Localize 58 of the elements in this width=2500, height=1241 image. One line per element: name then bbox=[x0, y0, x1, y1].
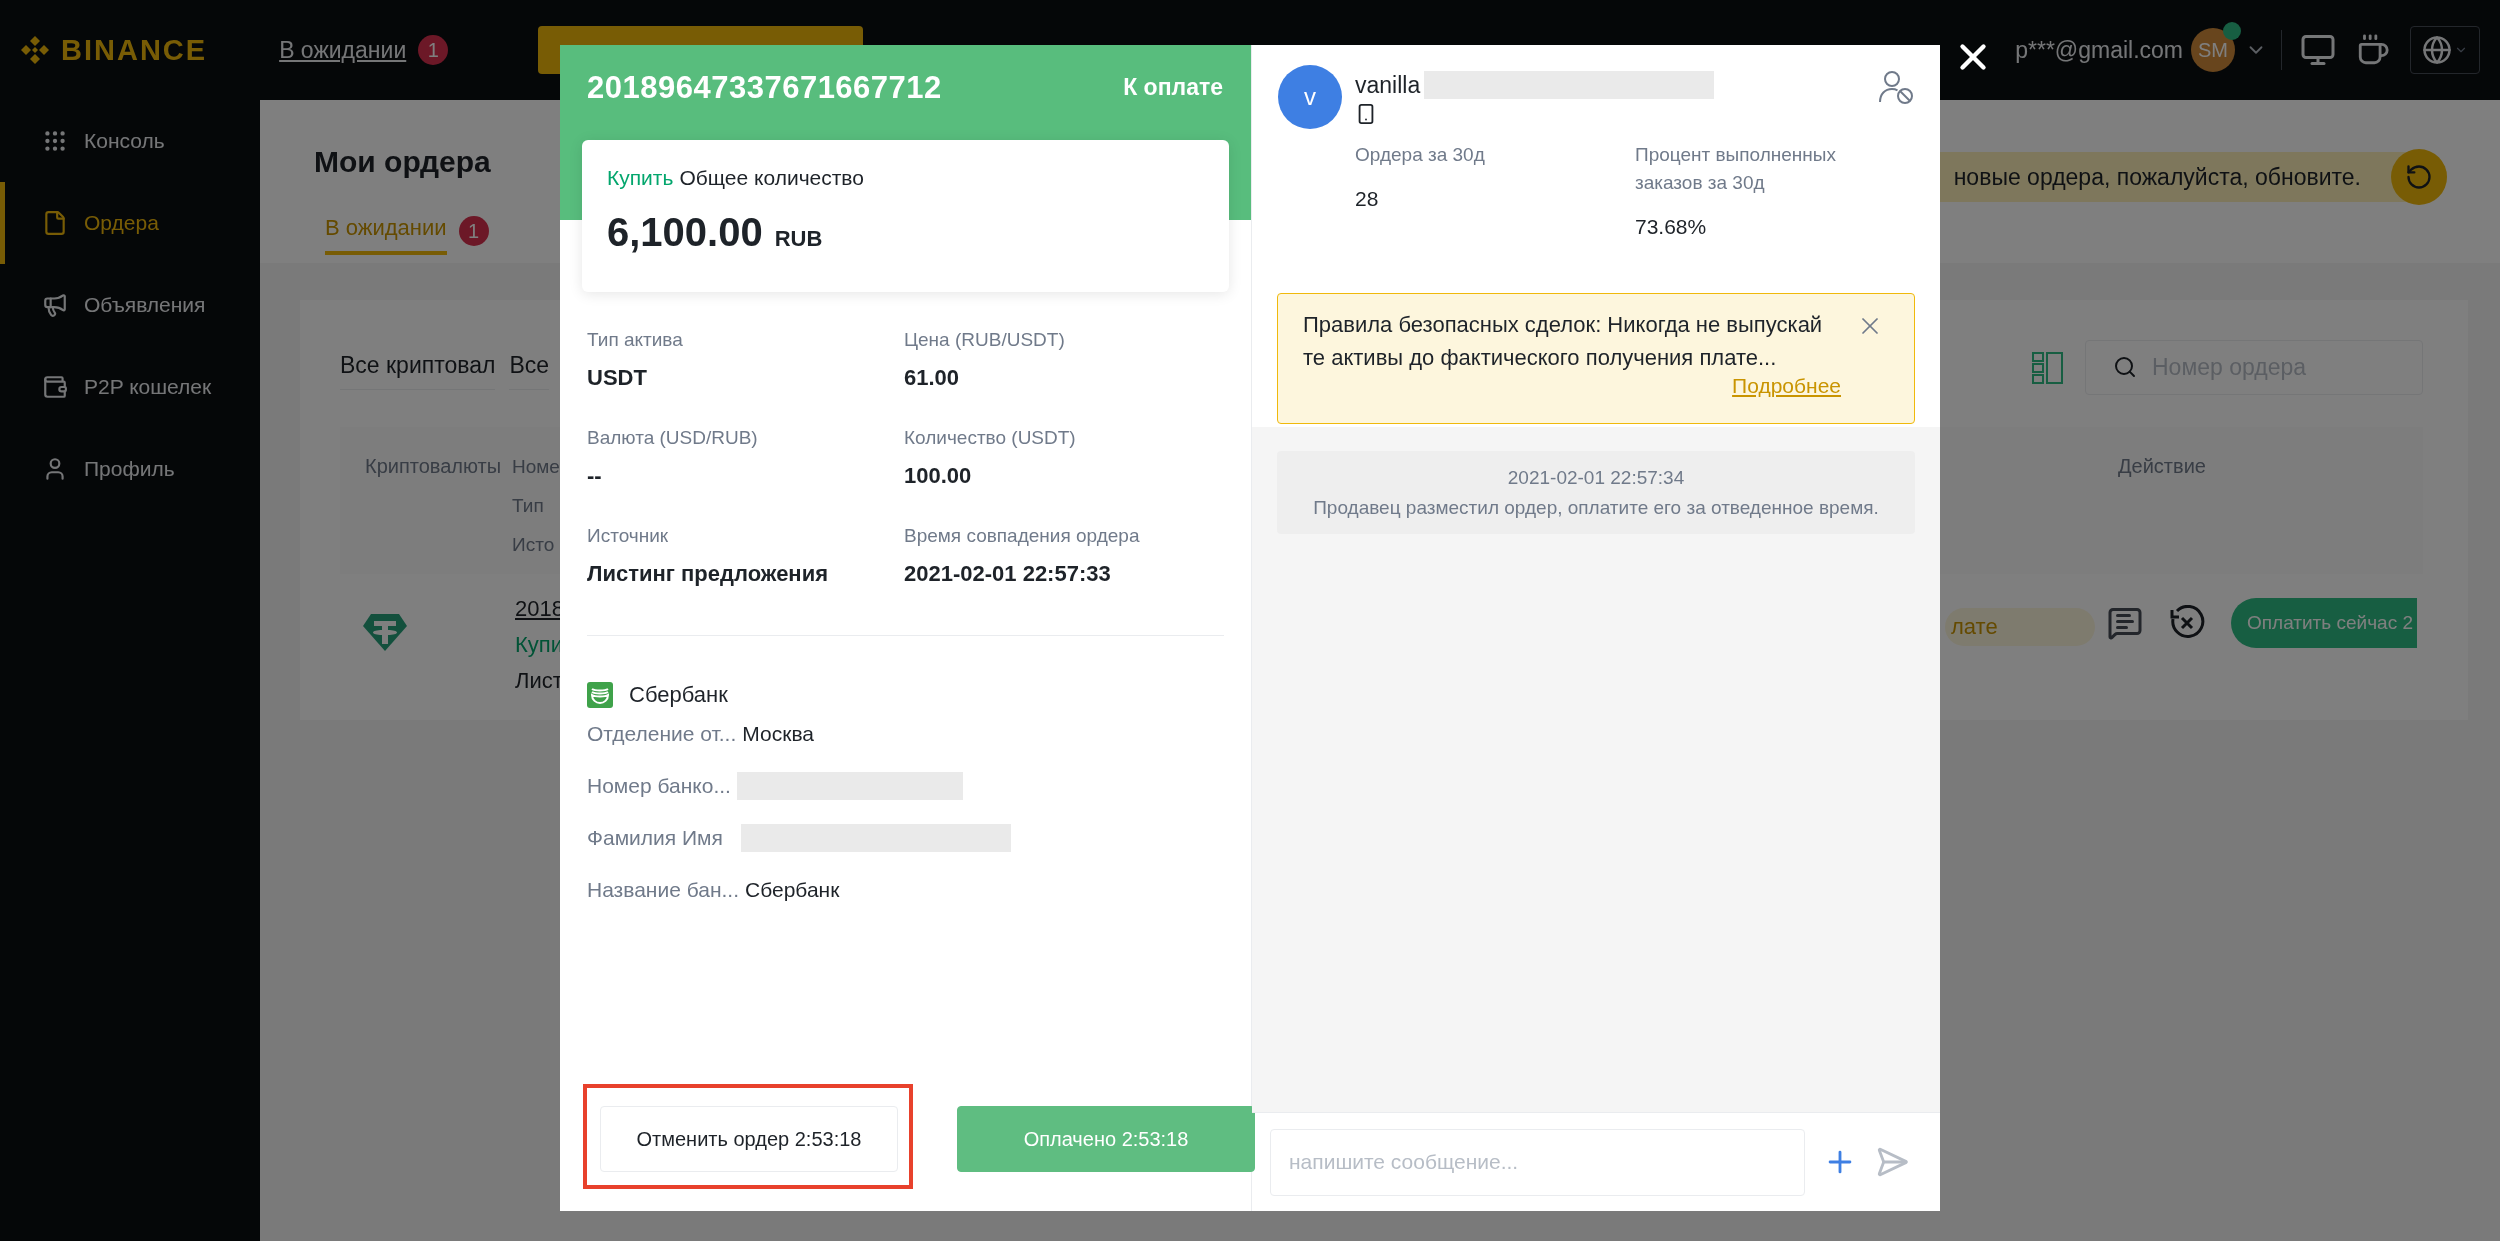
detail-label: Количество (USDT) bbox=[904, 427, 1077, 449]
status-badge: лате bbox=[1945, 608, 2095, 646]
message-time: 2021-02-01 22:57:34 bbox=[1507, 466, 1685, 489]
tab-count-badge: 1 bbox=[458, 216, 489, 246]
detail-value: 100.00 bbox=[904, 463, 973, 489]
detail-label: Источник bbox=[587, 525, 670, 547]
pending-count-badge: 1 bbox=[418, 35, 449, 65]
filter-dropdown[interactable]: Все bbox=[509, 345, 550, 390]
payment-label: Название бан... bbox=[587, 878, 739, 902]
payment-label: Номер банко... bbox=[587, 774, 731, 798]
logo-text: BINANCE bbox=[61, 33, 208, 67]
total-amount: 6,100.00 bbox=[607, 210, 763, 255]
detail-label: Цена (RUB/USDT) bbox=[904, 329, 1066, 351]
detail-value: USDT bbox=[587, 365, 648, 391]
more-link[interactable]: Подробнее bbox=[1732, 374, 1841, 398]
message-field[interactable]: напишите сообщение... bbox=[1270, 1128, 1805, 1196]
detail-label: Валюта (USD/RUB) bbox=[587, 427, 759, 449]
payment-label: Фамилия Имя bbox=[587, 826, 723, 850]
paid-button[interactable]: Оплачено 2:53:18 bbox=[957, 1106, 1255, 1172]
notice-text: Правила безопасных сделок: Никогда не выпускайте активы до фактического получения плате... bbox=[1303, 311, 1823, 372]
sidebar-item[interactable]: Объявления bbox=[0, 264, 260, 346]
trade-side: Купить bbox=[607, 166, 674, 190]
stat-value: 73.68% bbox=[1635, 215, 1708, 239]
payment-value: Москва bbox=[742, 722, 814, 746]
column-header: Номе bbox=[512, 455, 560, 479]
payment-label: Отделение от... bbox=[587, 722, 737, 746]
column-header: Действие bbox=[2117, 454, 2206, 479]
amount-label: Общее количество bbox=[679, 166, 864, 190]
column-header: Криптовалюты bbox=[364, 454, 502, 479]
detail-value: -- bbox=[587, 463, 603, 489]
sidebar-item[interactable]: Консоль bbox=[0, 100, 260, 182]
bank-name: Сбербанк bbox=[629, 682, 728, 708]
detail-value: Листинг предложения bbox=[587, 561, 829, 587]
page-title: Мои ордера bbox=[314, 145, 491, 179]
detail-label: Время совпадения ордера bbox=[904, 525, 1141, 547]
column-header: Тип bbox=[512, 494, 544, 518]
detail-label: Тип актива bbox=[587, 329, 684, 351]
sidebar-item[interactable]: P2P кошелек bbox=[0, 346, 260, 428]
stat-label: Ордера за 30д bbox=[1355, 143, 1486, 167]
order-status: К оплате bbox=[1123, 74, 1223, 101]
sidebar-item[interactable]: Профиль bbox=[0, 428, 260, 510]
payment-value: Сбербанк bbox=[745, 878, 840, 902]
stat-value: 28 bbox=[1355, 187, 1380, 211]
detail-value: 61.00 bbox=[904, 365, 961, 391]
detail-value: 2021-02-01 22:57:33 bbox=[904, 561, 1112, 587]
user-name: vanilla bbox=[1355, 71, 1421, 99]
message-text: Продавец разместил ордер, оплатите его за отведенное время. bbox=[1313, 496, 1879, 519]
order-number: 20189647337671667712 bbox=[587, 70, 942, 106]
filter-dropdown[interactable]: Все криптовал bbox=[340, 345, 496, 390]
currency: RUB bbox=[774, 226, 823, 252]
cancel-order-button[interactable]: Отменить ордер 2:53:18 bbox=[600, 1106, 898, 1172]
order-source: Лист bbox=[515, 668, 564, 694]
stat-label: Процент выполненных заказов за 30д bbox=[1635, 143, 1837, 195]
banner-text: новые ордера, пожалуйста, обновите. bbox=[1953, 163, 2361, 191]
pending-orders-link[interactable]: В ожидании bbox=[279, 36, 407, 64]
account-email[interactable]: p***@gmail.com bbox=[2015, 36, 2183, 64]
user-avatar: v bbox=[1278, 65, 1342, 129]
column-header: Исто bbox=[512, 533, 555, 557]
